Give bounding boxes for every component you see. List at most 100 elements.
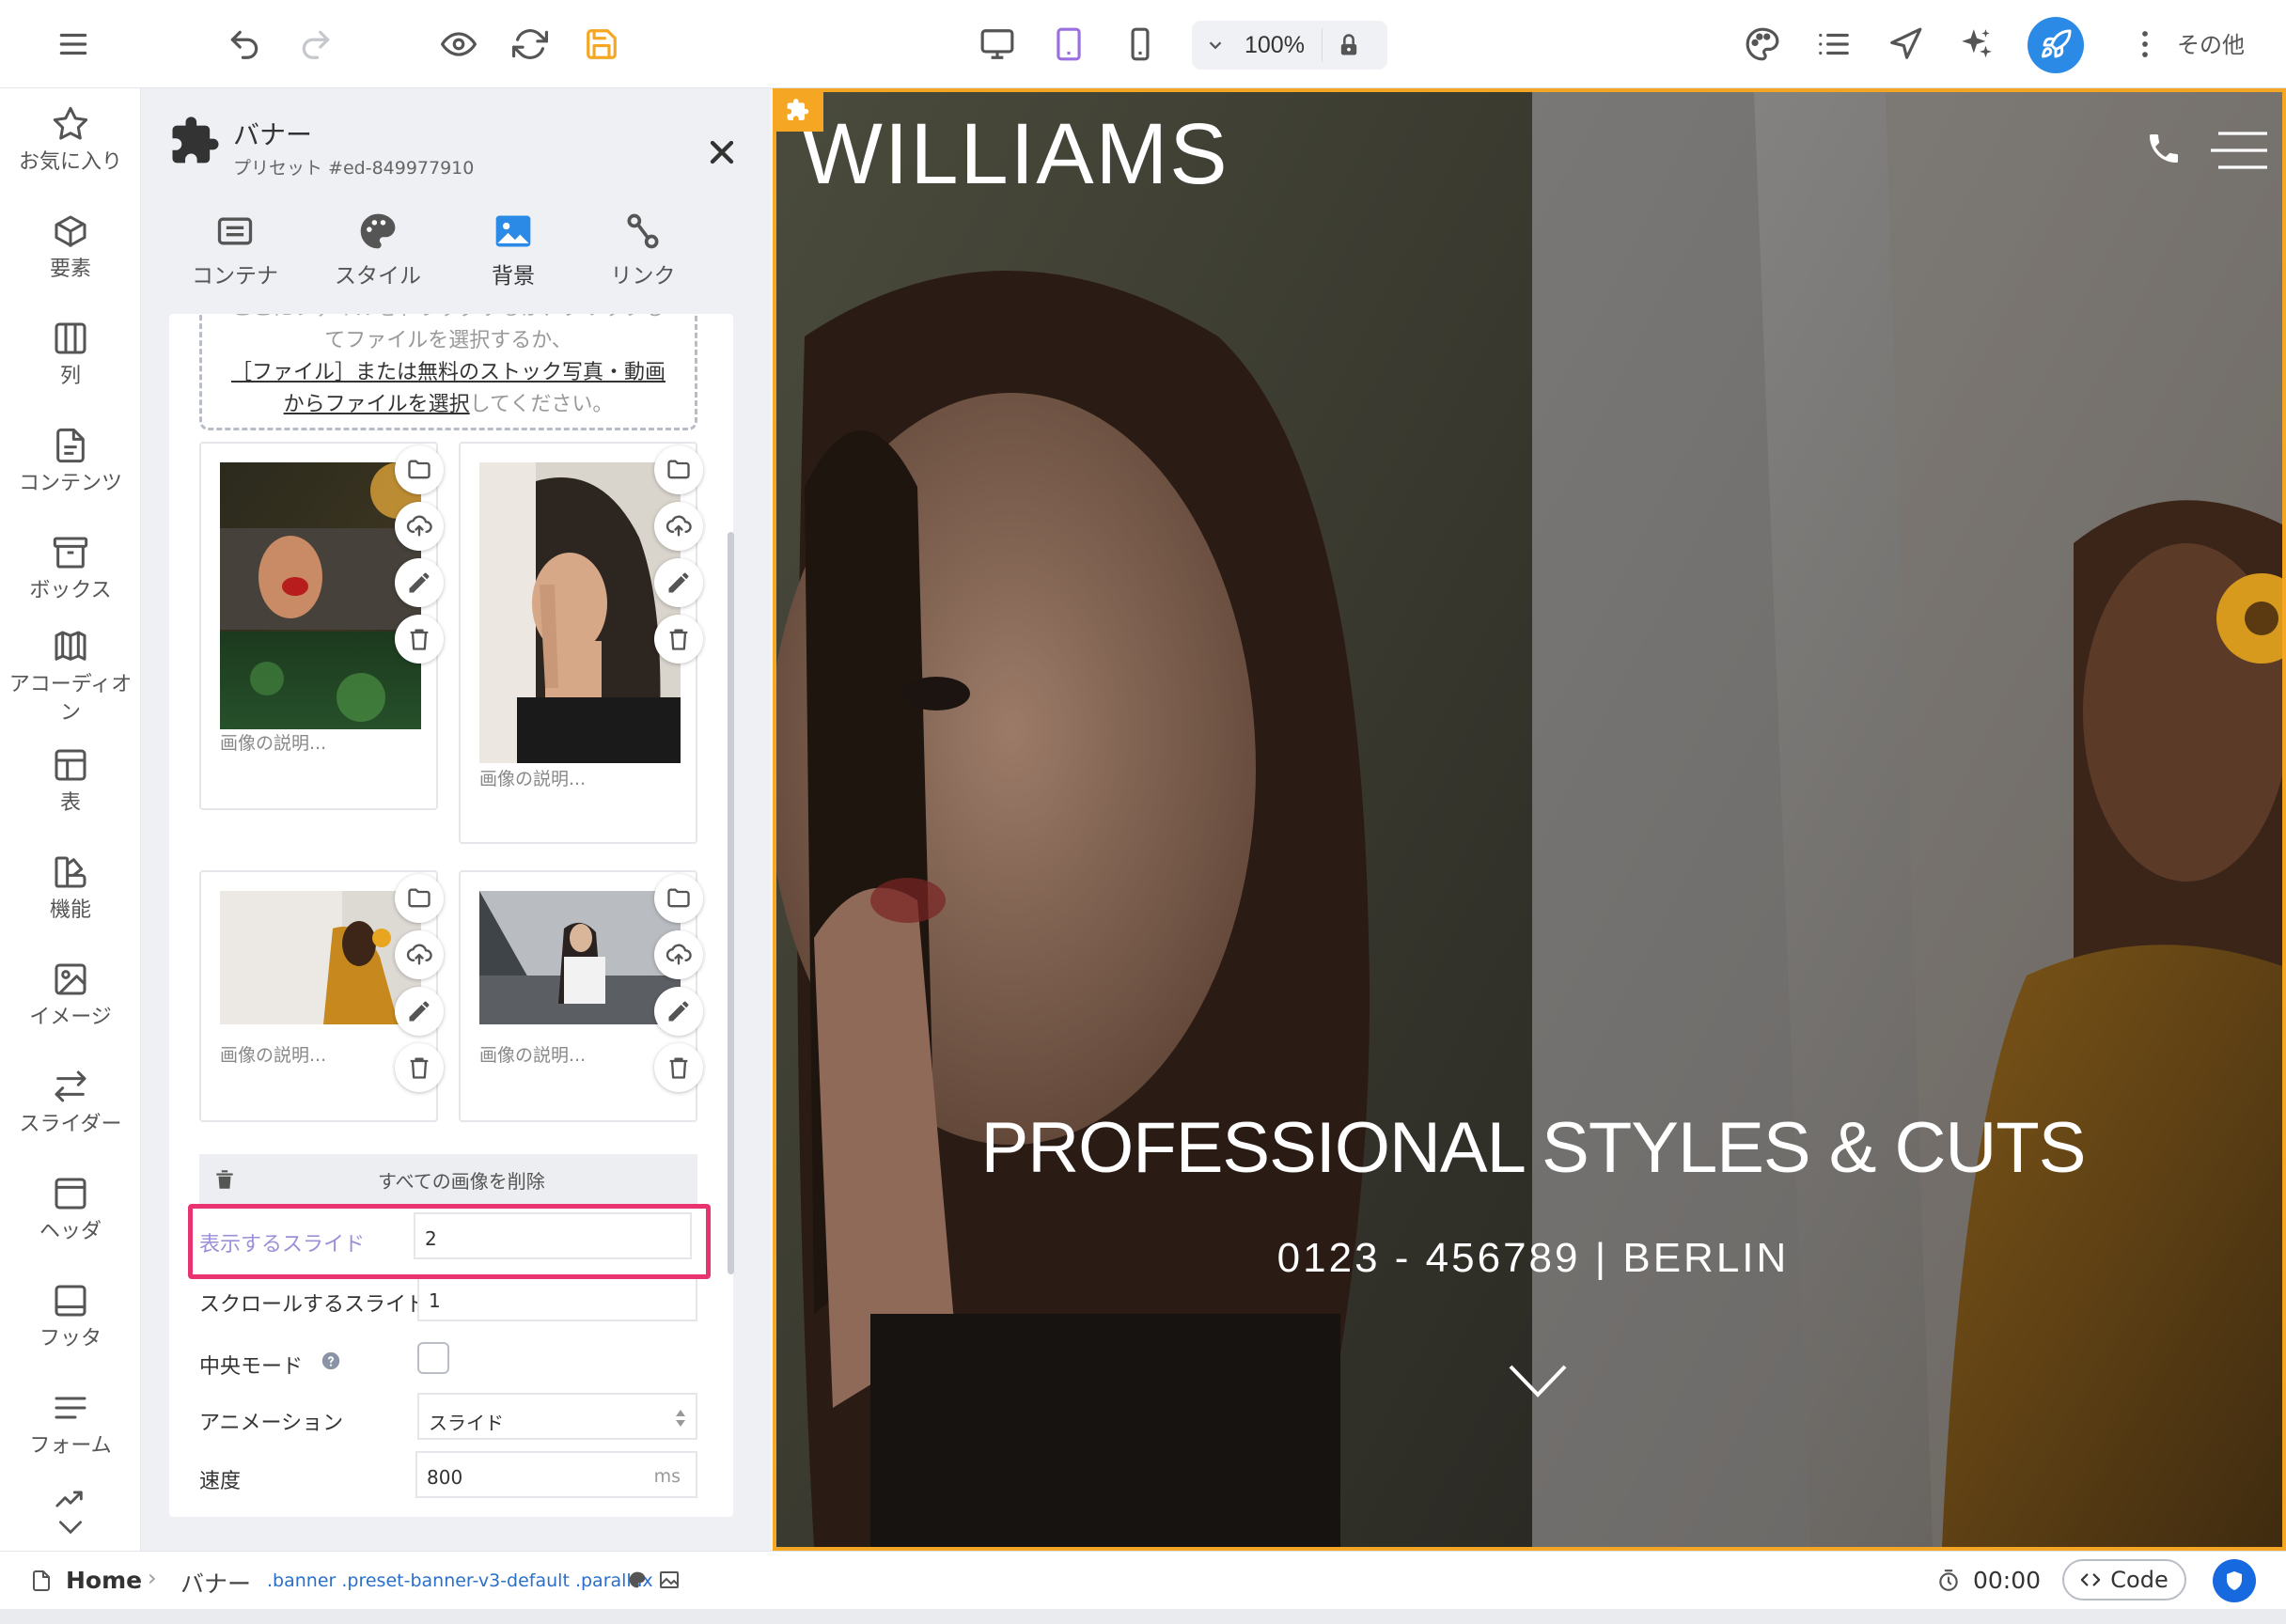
hero-subtitle: 0123 - 456789 | BERLIN bbox=[1276, 1235, 1790, 1281]
image-description[interactable]: 画像の説明... bbox=[479, 1041, 586, 1067]
tab-style[interactable]: スタイル bbox=[312, 211, 444, 289]
page-canvas[interactable]: WILLIAMS PROFESSIONAL STYLES & CUTS 0123… bbox=[773, 88, 2286, 1551]
hamburger-menu-icon[interactable] bbox=[47, 18, 100, 70]
rail-label: フォーム bbox=[29, 1434, 112, 1458]
rail-item-box[interactable]: ボックス bbox=[0, 534, 141, 605]
rail-item-more[interactable] bbox=[0, 1487, 141, 1538]
trash-icon[interactable] bbox=[395, 615, 444, 664]
site-menu-icon[interactable] bbox=[2211, 130, 2267, 171]
tab-container[interactable]: コンテナ bbox=[169, 211, 301, 289]
shield-icon[interactable] bbox=[2213, 1559, 2256, 1602]
element-classes: .banner .preset-banner-v3-default .paral… bbox=[267, 1570, 653, 1591]
folder-icon[interactable] bbox=[654, 445, 703, 494]
rail-item-favorites[interactable]: お気に入り bbox=[0, 105, 141, 177]
help-icon[interactable] bbox=[321, 1351, 340, 1370]
rail-item-header[interactable]: ヘッダ bbox=[0, 1175, 141, 1246]
speed-row: 速度 800 ms bbox=[199, 1451, 697, 1502]
box-icon bbox=[53, 537, 88, 569]
rail-item-footer[interactable]: フッタ bbox=[0, 1282, 141, 1353]
edit-pencil-icon[interactable] bbox=[654, 987, 703, 1036]
edit-pencil-icon[interactable] bbox=[395, 987, 444, 1036]
rail-item-slider[interactable]: スライダー bbox=[0, 1068, 141, 1139]
navigation-send-icon[interactable] bbox=[1879, 18, 1932, 70]
list-icon[interactable] bbox=[1808, 18, 1860, 70]
tab-label: 背景 bbox=[492, 264, 535, 289]
palette-icon bbox=[360, 213, 396, 249]
section-puzzle-badge-icon[interactable] bbox=[773, 88, 823, 132]
code-button[interactable]: Code bbox=[2062, 1559, 2186, 1601]
image-icon[interactable] bbox=[658, 1569, 681, 1591]
image-icon bbox=[55, 963, 86, 995]
breadcrumb-current[interactable]: バナー bbox=[180, 1566, 251, 1600]
zoom-control[interactable]: 100% bbox=[1192, 21, 1387, 70]
lock-icon[interactable] bbox=[1336, 32, 1362, 58]
tab-background[interactable]: 背景 bbox=[447, 211, 579, 289]
panel-scrollbar[interactable] bbox=[728, 532, 734, 1274]
undo-icon[interactable] bbox=[218, 18, 271, 70]
edit-pencil-icon[interactable] bbox=[395, 558, 444, 607]
rail-item-content[interactable]: コンテンツ bbox=[0, 427, 141, 498]
redo-icon[interactable] bbox=[290, 18, 342, 70]
select-arrows-icon bbox=[676, 1410, 685, 1427]
close-icon[interactable] bbox=[703, 133, 741, 171]
upload-icon[interactable] bbox=[395, 930, 444, 979]
edit-pencil-icon[interactable] bbox=[654, 558, 703, 607]
slides-to-scroll-input[interactable]: 1 bbox=[417, 1274, 697, 1321]
upload-icon[interactable] bbox=[654, 930, 703, 979]
refresh-icon[interactable] bbox=[504, 18, 556, 70]
rail-item-columns[interactable]: 列 bbox=[0, 320, 141, 391]
settings-panel: バナー プリセット #ed-849977910 コンテナ スタイル 背景 リンク bbox=[141, 88, 771, 1618]
image-thumbnail[interactable] bbox=[479, 462, 681, 763]
palette-icon[interactable] bbox=[1736, 18, 1789, 70]
image-thumbnail[interactable] bbox=[220, 462, 421, 729]
breadcrumb-home[interactable]: Home bbox=[66, 1567, 142, 1594]
phone-icon[interactable] bbox=[2145, 130, 2183, 167]
tablet-view-icon[interactable] bbox=[1042, 18, 1095, 70]
container-icon bbox=[217, 217, 253, 245]
more-vertical-icon[interactable] bbox=[2119, 18, 2171, 70]
upload-icon[interactable] bbox=[654, 502, 703, 551]
rail-item-image[interactable]: イメージ bbox=[0, 960, 141, 1032]
rail-item-table[interactable]: 表 bbox=[0, 746, 141, 818]
hero-title: PROFESSIONAL STYLES & CUTS bbox=[980, 1108, 2087, 1188]
trash-icon[interactable] bbox=[654, 615, 703, 664]
ai-sparkle-icon[interactable] bbox=[1950, 18, 2003, 70]
trash-icon[interactable] bbox=[654, 1043, 703, 1092]
scroll-down-chevron-icon[interactable] bbox=[1505, 1359, 1571, 1406]
select-file-link[interactable]: からファイルを選択 bbox=[284, 393, 470, 416]
save-icon[interactable] bbox=[575, 18, 628, 70]
palette-icon[interactable] bbox=[628, 1570, 647, 1589]
folder-icon[interactable] bbox=[654, 874, 703, 923]
mobile-view-icon[interactable] bbox=[1114, 18, 1166, 70]
delete-all-images-button[interactable]: すべての画像を削除 bbox=[199, 1154, 697, 1205]
page-icon bbox=[33, 1570, 50, 1591]
background-settings-scroll[interactable]: ここにファイルをドラッグするか、クリックし てファイルを選択するか、 ［ファイル… bbox=[169, 314, 733, 1517]
element-rail: お気に入り 要素 列 コンテンツ ボックス アコーディオン 表 機能 イメージ … bbox=[0, 88, 141, 1551]
animation-select[interactable]: スライド bbox=[417, 1393, 697, 1440]
rail-item-accordion[interactable]: アコーディオン bbox=[0, 628, 141, 727]
more-button-label[interactable]: その他 bbox=[2177, 26, 2245, 59]
speed-input[interactable]: 800 ms bbox=[415, 1451, 697, 1498]
preview-eye-icon[interactable] bbox=[432, 18, 485, 70]
speed-value: 800 bbox=[427, 1466, 463, 1489]
rail-item-form[interactable]: フォーム bbox=[0, 1389, 141, 1460]
upload-icon[interactable] bbox=[395, 502, 444, 551]
image-thumbnail[interactable] bbox=[220, 891, 421, 1024]
image-description[interactable]: 画像の説明... bbox=[220, 1041, 326, 1067]
trash-icon[interactable] bbox=[395, 1043, 444, 1092]
rail-item-features[interactable]: 機能 bbox=[0, 853, 141, 925]
folder-icon[interactable] bbox=[395, 874, 444, 923]
rail-item-elements[interactable]: 要素 bbox=[0, 212, 141, 284]
image-description[interactable]: 画像の説明... bbox=[220, 729, 326, 755]
breadcrumb-separator: › bbox=[148, 1565, 157, 1591]
stock-media-link[interactable]: ［ファイル］または無料のストック写真・動画 bbox=[231, 361, 665, 384]
desktop-view-icon[interactable] bbox=[971, 18, 1024, 70]
center-mode-checkbox[interactable] bbox=[417, 1342, 449, 1374]
publish-rocket-button[interactable] bbox=[2028, 17, 2084, 73]
image-description[interactable]: 画像の説明... bbox=[479, 765, 586, 790]
site-brand-logo[interactable]: WILLIAMS bbox=[801, 105, 1229, 204]
file-dropzone[interactable]: ここにファイルをドラッグするか、クリックし てファイルを選択するか、 ［ファイル… bbox=[199, 314, 697, 430]
folder-icon[interactable] bbox=[395, 445, 444, 494]
image-thumbnail[interactable] bbox=[479, 891, 681, 1024]
tab-link[interactable]: リンク bbox=[577, 211, 709, 289]
